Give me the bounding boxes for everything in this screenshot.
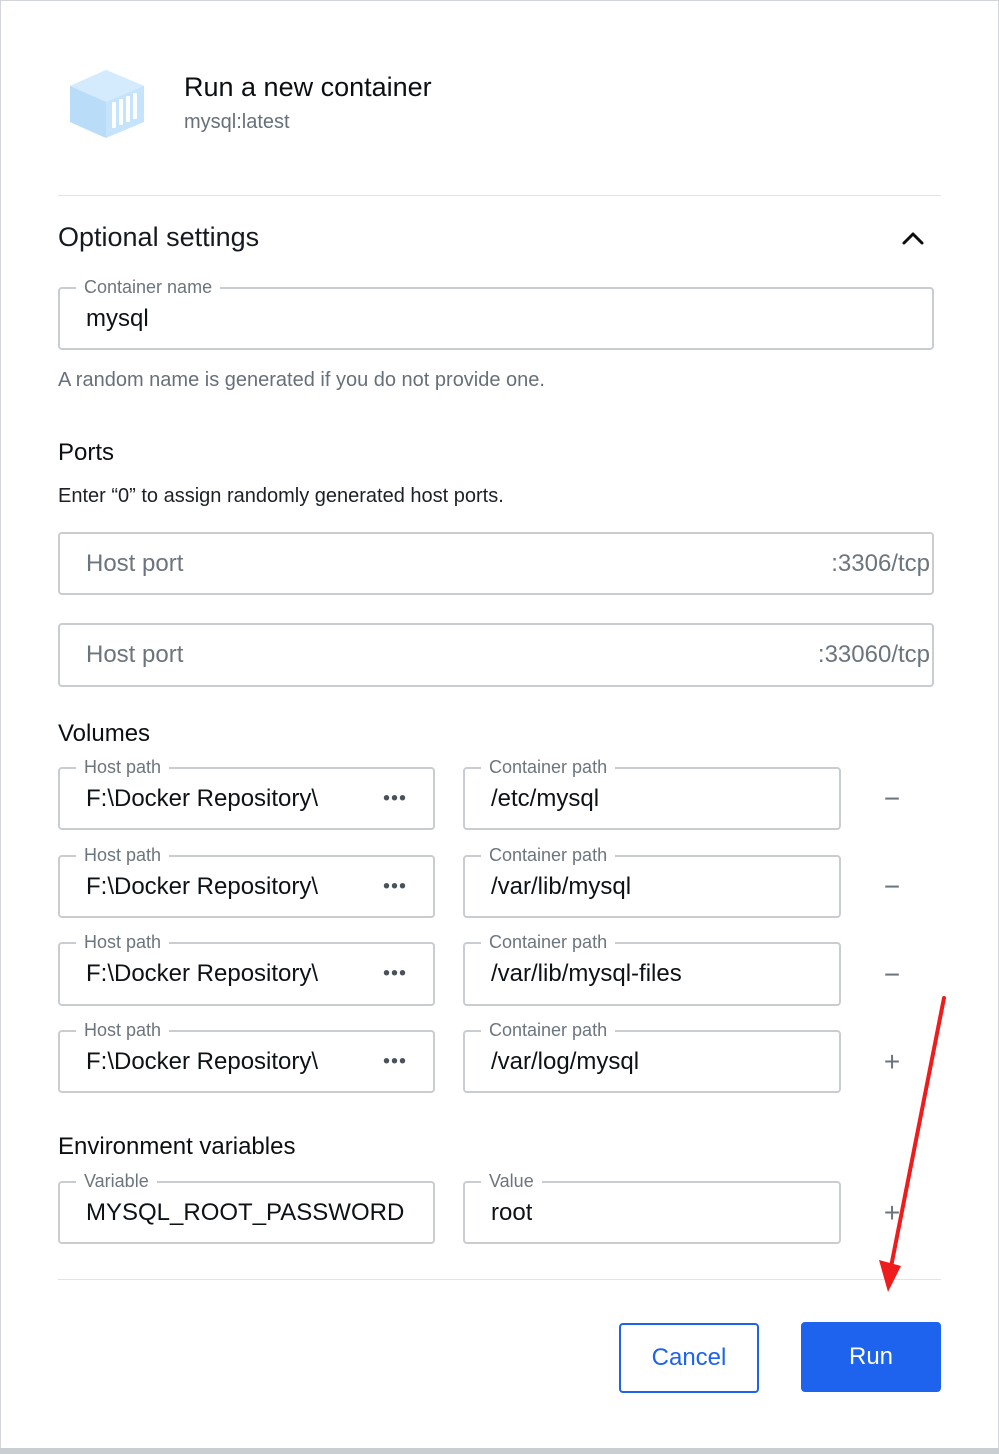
container-path-value[interactable]: /var/log/mysql [491,1032,639,1091]
env-variable-field[interactable]: Variable MYSQL_ROOT_PASSWORD [58,1168,435,1244]
host-port-placeholder: Host port [86,641,184,668]
volume-host-path-field[interactable]: Host path F:\Docker Repository\ ••• [58,842,435,918]
volume-container-path-field[interactable]: Container path /var/lib/mysql [463,842,841,918]
more-horizontal-icon[interactable]: ••• [383,1050,407,1073]
run-button[interactable]: Run [801,1322,941,1392]
chevron-up-icon[interactable] [898,224,928,252]
cancel-button[interactable]: Cancel [619,1323,759,1393]
optional-settings-heading: Optional settings [58,222,260,252]
host-path-value[interactable]: F:\Docker Repository\ [86,944,333,1004]
ports-heading: Ports [58,439,115,466]
plus-icon[interactable]: + [878,1199,906,1227]
container-path-value[interactable]: /etc/mysql [491,769,599,828]
env-heading: Environment variables [58,1133,296,1160]
ports-description: Enter “0” to assign randomly generated h… [58,485,504,507]
container-port-label: :3306/tcp [831,549,930,577]
footer-divider [58,1279,941,1280]
container-name-value[interactable]: mysql [86,289,149,348]
host-port-placeholder: Host port [86,549,184,577]
more-horizontal-icon[interactable]: ••• [383,787,407,810]
volume-container-path-field[interactable]: Container path /etc/mysql [463,754,841,830]
volume-host-path-field[interactable]: Host path F:\Docker Repository\ ••• [58,754,435,830]
more-horizontal-icon[interactable]: ••• [383,875,407,898]
container-name-helper: A random name is generated if you do not… [58,369,545,391]
container-name-field[interactable]: Container name mysql [58,274,934,350]
variable-value[interactable]: MYSQL_ROOT_PASSWORD [86,1183,404,1242]
more-horizontal-icon[interactable]: ••• [383,963,407,986]
dialog-bottom-edge [0,1448,999,1454]
container-path-value[interactable]: /var/lib/mysql-files [491,944,682,1004]
container-icon [70,70,144,138]
dialog-title: Run a new container [184,72,432,102]
env-value[interactable]: root [491,1183,532,1242]
env-value-field[interactable]: Value root [463,1168,841,1244]
header-divider [58,195,941,196]
container-port-label: :33060/tcp [817,641,930,668]
volume-container-path-field[interactable]: Container path /var/log/mysql [463,1017,841,1093]
volume-container-path-field[interactable]: Container path /var/lib/mysql-files [463,929,841,1006]
image-name: mysql:latest [184,111,290,133]
minus-icon[interactable]: − [878,873,906,901]
volume-host-path-field[interactable]: Host path F:\Docker Repository\ ••• [58,1017,435,1093]
container-path-value[interactable]: /var/lib/mysql [491,857,631,916]
host-port-field[interactable]: Host port :33060/tcp [58,623,934,687]
host-port-field[interactable]: Host port :3306/tcp [58,532,934,595]
minus-icon[interactable]: − [878,961,906,989]
volumes-heading: Volumes [58,720,151,747]
host-path-value[interactable]: F:\Docker Repository\ [86,769,333,828]
minus-icon[interactable]: − [878,785,906,813]
host-path-value[interactable]: F:\Docker Repository\ [86,1032,333,1091]
host-path-value[interactable]: F:\Docker Repository\ [86,857,333,916]
volume-host-path-field[interactable]: Host path F:\Docker Repository\ ••• [58,929,435,1006]
plus-icon[interactable]: + [878,1048,906,1076]
